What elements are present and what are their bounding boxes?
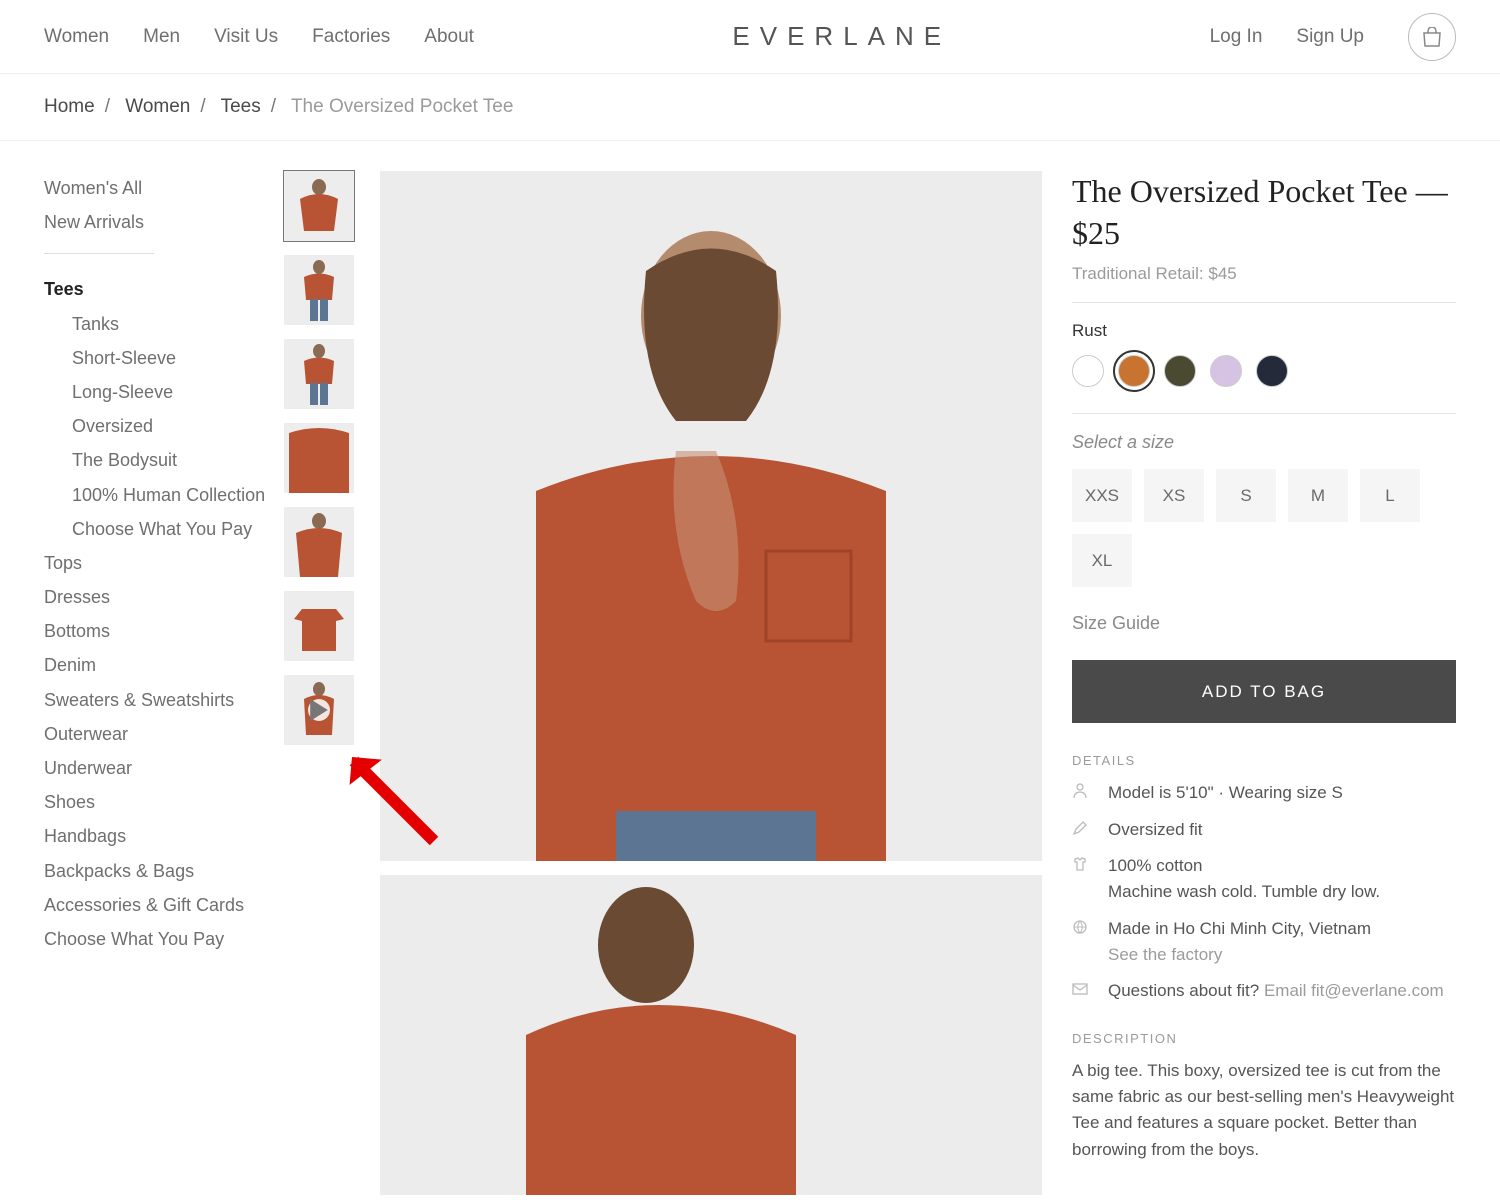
email-link[interactable]: Email fit@everlane.com xyxy=(1264,981,1444,1000)
description-text: A big tee. This boxy, oversized tee is c… xyxy=(1072,1058,1456,1163)
size-selector: XXS XS S M L XL xyxy=(1072,469,1456,587)
swatch-lilac[interactable] xyxy=(1210,355,1242,387)
mail-icon xyxy=(1072,978,1092,1004)
sidebar-short-sleeve[interactable]: Short-Sleeve xyxy=(44,341,284,375)
thumbnail-6[interactable] xyxy=(284,591,354,661)
add-to-bag-button[interactable]: ADD TO BAG xyxy=(1072,660,1456,723)
main-image-2[interactable] xyxy=(380,875,1042,1195)
sidebar-accessories[interactable]: Accessories & Gift Cards xyxy=(44,888,284,922)
sidebar-underwear[interactable]: Underwear xyxy=(44,751,284,785)
thumbnail-5[interactable] xyxy=(284,507,354,577)
nav-women[interactable]: Women xyxy=(44,26,109,48)
color-label: Rust xyxy=(1072,321,1456,341)
sidebar-handbags[interactable]: Handbags xyxy=(44,819,284,853)
swatch-white[interactable] xyxy=(1072,355,1104,387)
person-icon xyxy=(1072,780,1092,806)
size-xl[interactable]: XL xyxy=(1072,534,1132,587)
details-heading: DETAILS xyxy=(1072,753,1456,768)
size-l[interactable]: L xyxy=(1360,469,1420,522)
thumbnail-video[interactable] xyxy=(284,675,354,745)
detail-fit: Oversized fit xyxy=(1072,817,1456,843)
size-xxs[interactable]: XXS xyxy=(1072,469,1132,522)
sidebar-tanks[interactable]: Tanks xyxy=(44,307,284,341)
nav-visit[interactable]: Visit Us xyxy=(214,26,278,48)
sidebar-womens-all[interactable]: Women's All xyxy=(44,171,284,205)
nav-about[interactable]: About xyxy=(424,26,474,48)
divider xyxy=(1072,302,1456,303)
sidebar-bottoms[interactable]: Bottoms xyxy=(44,614,284,648)
nav-left: Women Men Visit Us Factories About xyxy=(44,26,474,48)
sidebar-tops[interactable]: Tops xyxy=(44,546,284,580)
sidebar-backpacks[interactable]: Backpacks & Bags xyxy=(44,854,284,888)
crumb-tees[interactable]: Tees xyxy=(221,96,261,117)
sidebar-sweaters[interactable]: Sweaters & Sweatshirts xyxy=(44,683,284,717)
sidebar-100-human[interactable]: 100% Human Collection xyxy=(44,478,284,512)
size-prompt: Select a size xyxy=(1072,432,1456,453)
sidebar-outerwear[interactable]: Outerwear xyxy=(44,717,284,751)
detail-model: Model is 5'10" · Wearing size S xyxy=(1072,780,1456,806)
thumbnail-2[interactable] xyxy=(284,255,354,325)
detail-model-text: Model is 5'10" · Wearing size S xyxy=(1108,780,1343,806)
sidebar-cwyp[interactable]: Choose What You Pay xyxy=(44,922,284,956)
thumbnail-3[interactable] xyxy=(284,339,354,409)
sidebar-tees[interactable]: Tees xyxy=(44,272,284,306)
product-info: The Oversized Pocket Tee — $25 Tradition… xyxy=(1072,171,1456,1195)
nav-signup[interactable]: Sign Up xyxy=(1296,26,1364,48)
swatch-navy[interactable] xyxy=(1256,355,1288,387)
retail-price: Traditional Retail: $45 xyxy=(1072,264,1456,284)
sidebar-bodysuit[interactable]: The Bodysuit xyxy=(44,443,284,477)
details-list: Model is 5'10" · Wearing size S Oversize… xyxy=(1072,780,1456,1004)
brand-logo[interactable]: EVERLANE xyxy=(732,21,951,52)
nav-right: Log In Sign Up xyxy=(1210,13,1456,61)
detail-material: 100% cottonMachine wash cold. Tumble dry… xyxy=(1072,853,1456,906)
thumbnail-4[interactable] xyxy=(284,423,354,493)
swatch-rust[interactable] xyxy=(1118,355,1150,387)
nav-men[interactable]: Men xyxy=(143,26,180,48)
main-image-stack xyxy=(380,171,1042,1195)
thumbnail-strip xyxy=(284,171,354,1195)
sidebar-divider xyxy=(44,253,154,254)
nav-login[interactable]: Log In xyxy=(1210,26,1263,48)
sidebar-new-arrivals[interactable]: New Arrivals xyxy=(44,205,284,239)
detail-made: Made in Ho Chi Minh City, VietnamSee the… xyxy=(1072,916,1456,969)
sidebar-oversized[interactable]: Oversized xyxy=(44,409,284,443)
crumb-home[interactable]: Home xyxy=(44,96,95,117)
sidebar-dresses[interactable]: Dresses xyxy=(44,580,284,614)
detail-fit-text: Oversized fit xyxy=(1108,817,1202,843)
size-xs[interactable]: XS xyxy=(1144,469,1204,522)
play-icon xyxy=(308,699,330,721)
gallery xyxy=(284,171,1042,1195)
thumbnail-1[interactable] xyxy=(284,171,354,241)
color-swatches xyxy=(1072,355,1456,387)
detail-made-text: Made in Ho Chi Minh City, VietnamSee the… xyxy=(1108,916,1371,969)
size-guide-link[interactable]: Size Guide xyxy=(1072,613,1456,634)
size-s[interactable]: S xyxy=(1216,469,1276,522)
main: Women's All New Arrivals Tees Tanks Shor… xyxy=(0,141,1500,1195)
sidebar-long-sleeve[interactable]: Long-Sleeve xyxy=(44,375,284,409)
divider xyxy=(1072,413,1456,414)
crumb-current: The Oversized Pocket Tee xyxy=(291,96,513,117)
sidebar-denim[interactable]: Denim xyxy=(44,648,284,682)
swatch-olive[interactable] xyxy=(1164,355,1196,387)
detail-material-text: 100% cottonMachine wash cold. Tumble dry… xyxy=(1108,853,1380,906)
nav-factories[interactable]: Factories xyxy=(312,26,390,48)
header: Women Men Visit Us Factories About EVERL… xyxy=(0,0,1500,74)
factory-link[interactable]: See the factory xyxy=(1108,945,1222,964)
crumb-women[interactable]: Women xyxy=(125,96,190,117)
sidebar-shoes[interactable]: Shoes xyxy=(44,785,284,819)
pencil-icon xyxy=(1072,817,1092,843)
detail-questions-text: Questions about fit? Email fit@everlane.… xyxy=(1108,978,1444,1004)
main-image-1[interactable] xyxy=(380,171,1042,861)
globe-icon xyxy=(1072,916,1092,969)
sidebar: Women's All New Arrivals Tees Tanks Shor… xyxy=(44,171,284,1195)
sidebar-cwyp-sub[interactable]: Choose What You Pay xyxy=(44,512,284,546)
bag-icon[interactable] xyxy=(1408,13,1456,61)
product-title: The Oversized Pocket Tee — $25 xyxy=(1072,171,1456,254)
shirt-icon xyxy=(1072,853,1092,906)
description-heading: DESCRIPTION xyxy=(1072,1031,1456,1046)
size-m[interactable]: M xyxy=(1288,469,1348,522)
detail-questions: Questions about fit? Email fit@everlane.… xyxy=(1072,978,1456,1004)
breadcrumb: Home/ Women/ Tees/ The Oversized Pocket … xyxy=(0,74,1500,141)
